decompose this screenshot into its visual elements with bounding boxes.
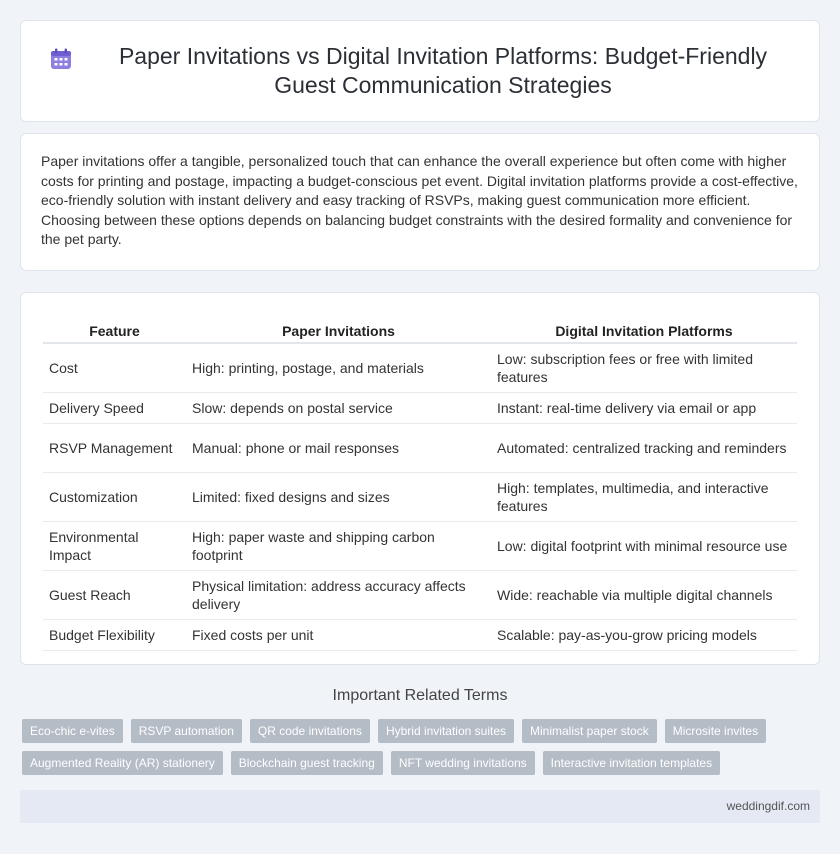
tag-microsite-invites[interactable]: Microsite invites (664, 719, 767, 743)
table-row: Delivery Speed Slow: depends on postal s… (43, 392, 797, 424)
comparison-table: Feature Paper Invitations Digital Invita… (43, 313, 797, 651)
column-header-digital: Digital Invitation Platforms (491, 313, 797, 344)
calendar-icon (51, 48, 71, 69)
table-cell: Guest Reach (43, 570, 186, 620)
tag-eco-chic-e-vites[interactable]: Eco-chic e-vites (22, 719, 123, 743)
tag-hybrid-invitation-suites[interactable]: Hybrid invitation suites (377, 719, 514, 743)
table-cell: Automated: centralized tracking and remi… (491, 423, 797, 473)
table-cell: Wide: reachable via multiple digital cha… (491, 570, 797, 620)
table-cell: Physical limitation: address accuracy af… (186, 570, 491, 620)
table-cell: High: templates, multimedia, and interac… (491, 472, 797, 522)
table-header-row: Feature Paper Invitations Digital Invita… (43, 313, 797, 344)
table-cell: Limited: fixed designs and sizes (186, 472, 491, 522)
column-header-paper: Paper Invitations (186, 313, 491, 344)
table-cell: High: printing, postage, and materials (186, 343, 491, 393)
related-terms-heading: Important Related Terms (332, 687, 508, 704)
table-cell: Fixed costs per unit (186, 619, 491, 651)
intro-card: Paper invitations offer a tangible, pers… (20, 133, 820, 271)
title-wrap: Paper Invitations vs Digital Invitation … (50, 42, 790, 100)
column-header-feature: Feature (43, 313, 186, 344)
tag-rsvp-automation[interactable]: RSVP automation (130, 719, 242, 743)
table-row: Budget Flexibility Fixed costs per unit … (43, 619, 797, 651)
table-cell: Low: subscription fees or free with limi… (491, 343, 797, 393)
comparison-table-card: Feature Paper Invitations Digital Invita… (20, 292, 820, 665)
table-cell: Scalable: pay-as-you-grow pricing models (491, 619, 797, 651)
table-cell: Manual: phone or mail responses (186, 423, 491, 473)
table-cell: Cost (43, 343, 186, 393)
page-title: Paper Invitations vs Digital Invitation … (118, 43, 768, 98)
table-row: RSVP Management Manual: phone or mail re… (43, 423, 797, 473)
tag-ar-stationery[interactable]: Augmented Reality (AR) stationery (22, 751, 223, 775)
intro-paragraph: Paper invitations offer a tangible, pers… (41, 153, 798, 247)
table-cell: Budget Flexibility (43, 619, 186, 651)
table-cell: Environmental Impact (43, 521, 186, 571)
table-cell: Delivery Speed (43, 392, 186, 424)
title-card: Paper Invitations vs Digital Invitation … (20, 20, 820, 122)
table-row: Environmental Impact High: paper waste a… (43, 521, 797, 571)
tag-blockchain-guest-tracking[interactable]: Blockchain guest tracking (230, 751, 383, 775)
footer-site-link[interactable]: weddingdif.com (727, 799, 810, 813)
tag-minimalist-paper-stock[interactable]: Minimalist paper stock (522, 719, 657, 743)
table-row: Customization Limited: fixed designs and… (43, 472, 797, 522)
table-cell: Customization (43, 472, 186, 522)
tag-nft-wedding-invitations[interactable]: NFT wedding invitations (390, 751, 535, 775)
table-row: Guest Reach Physical limitation: address… (43, 570, 797, 620)
footer: weddingdif.com (20, 790, 820, 823)
table-row: Cost High: printing, postage, and materi… (43, 343, 797, 393)
table-cell: Slow: depends on postal service (186, 392, 491, 424)
tag-interactive-invitation-templates[interactable]: Interactive invitation templates (542, 751, 721, 775)
table-cell: Instant: real-time delivery via email or… (491, 392, 797, 424)
tag-qr-code-invitations[interactable]: QR code invitations (249, 719, 370, 743)
table-cell: Low: digital footprint with minimal reso… (491, 521, 797, 571)
table-cell: RSVP Management (43, 423, 186, 473)
table-cell: High: paper waste and shipping carbon fo… (186, 521, 491, 571)
related-terms-tags: Eco-chic e-vites RSVP automation QR code… (22, 719, 822, 775)
